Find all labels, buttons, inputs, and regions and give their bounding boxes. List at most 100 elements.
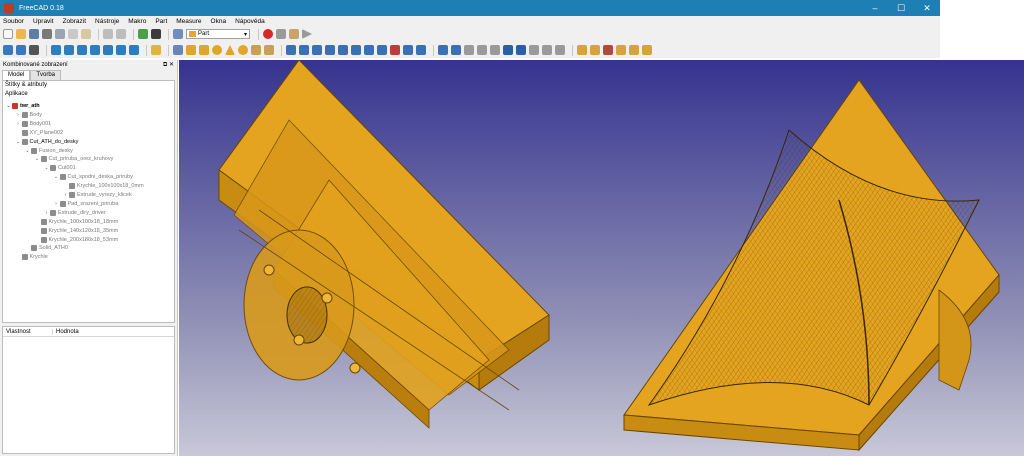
chevron-down-icon[interactable]: ⌄ xyxy=(53,173,60,181)
chevron-down-icon[interactable]: ⌄ xyxy=(15,138,22,146)
fit-all-icon[interactable] xyxy=(3,45,13,55)
record-macro-icon[interactable] xyxy=(263,29,273,39)
tree-item[interactable]: ⌄ Cut_spodni_deska_priruby xyxy=(53,173,133,181)
extrude-icon[interactable] xyxy=(286,45,296,55)
view-left-icon[interactable] xyxy=(129,45,139,55)
compound-icon[interactable] xyxy=(529,45,539,55)
cone-icon[interactable] xyxy=(225,45,235,55)
tree-item[interactable]: XY_Plane002 xyxy=(15,129,63,137)
workbench-selector[interactable]: Part ▾ xyxy=(186,29,250,39)
chevron-right-icon[interactable]: › xyxy=(62,191,69,199)
tree-item[interactable]: › Pad_srazeni_priruba xyxy=(53,200,118,208)
chevron-right-icon[interactable]: › xyxy=(43,209,50,217)
cut-boolean-icon[interactable] xyxy=(464,45,474,55)
menu-zobrazit[interactable]: Zobrazit xyxy=(63,18,86,25)
split-icon[interactable] xyxy=(516,45,526,55)
tree-item[interactable]: › Body001 xyxy=(15,120,51,128)
model-tree[interactable]: Štítky & atributy Aplikace ⌄ twr_ath › Body… xyxy=(2,80,175,323)
measure-clear-icon[interactable] xyxy=(616,45,626,55)
chevron-right-icon[interactable]: › xyxy=(53,200,60,208)
tree-item[interactable]: Krychle_200x180x18_53mm xyxy=(34,236,118,244)
tree-item[interactable]: Solid_ATH0 xyxy=(24,244,68,252)
menu-nastroje[interactable]: Nástroje xyxy=(95,18,119,25)
tree-item[interactable]: Krychle_100x100x18_0mm xyxy=(62,182,144,190)
measure-refresh-icon[interactable] xyxy=(603,45,613,55)
menu-okna[interactable]: Okna xyxy=(211,18,227,25)
boolean-icon[interactable] xyxy=(451,45,461,55)
new-document-icon[interactable] xyxy=(3,29,13,39)
tree-item[interactable]: › Extrude_vyrezy_klicek xyxy=(62,191,132,199)
sweep-icon[interactable] xyxy=(390,45,400,55)
offset-icon[interactable] xyxy=(438,45,448,55)
tree-item[interactable]: Krychle_100x100x18_18mm xyxy=(34,218,118,226)
defeaturing-icon[interactable] xyxy=(555,45,565,55)
check-geometry-icon[interactable] xyxy=(542,45,552,55)
property-view[interactable]: Vlastnost Hodnota xyxy=(2,326,175,454)
paste-icon[interactable] xyxy=(81,29,91,39)
fit-selection-icon[interactable] xyxy=(16,45,26,55)
fillet-icon[interactable] xyxy=(325,45,335,55)
chevron-down-icon[interactable]: ⌄ xyxy=(24,147,31,155)
tree-item[interactable]: › Body xyxy=(15,111,42,119)
menu-upravit[interactable]: Upravit xyxy=(33,18,54,25)
primitives-icon[interactable] xyxy=(251,45,261,55)
tab-tvorba[interactable]: Tvorba xyxy=(30,70,62,80)
save-icon[interactable] xyxy=(29,29,39,39)
tree-item[interactable]: ⌄ Cut001 xyxy=(43,164,76,172)
mirror-icon[interactable] xyxy=(312,45,322,55)
measure-linear-icon[interactable] xyxy=(577,45,587,55)
tree-item[interactable]: ⌄ Fusion_desky xyxy=(24,147,73,155)
print-icon[interactable] xyxy=(42,29,52,39)
measure-3d-icon[interactable] xyxy=(642,45,652,55)
close-button[interactable]: ✕ xyxy=(914,0,940,16)
view-front-icon[interactable] xyxy=(64,45,74,55)
tree-item[interactable]: Krychle_140x120x18_35mm xyxy=(34,227,118,235)
refresh-icon[interactable] xyxy=(138,29,148,39)
stop-macro-icon[interactable] xyxy=(276,29,286,39)
menu-part[interactable]: Part xyxy=(155,18,167,25)
open-folder-icon[interactable] xyxy=(16,29,26,39)
view-rear-icon[interactable] xyxy=(103,45,113,55)
menu-napoveda[interactable]: Nápověda xyxy=(235,18,265,25)
chevron-down-icon[interactable]: ⌄ xyxy=(34,155,41,163)
chevron-down-icon[interactable]: ⌄ xyxy=(5,102,12,110)
draw-style-icon[interactable] xyxy=(29,45,39,55)
macros-icon[interactable] xyxy=(289,29,299,39)
section-icon[interactable] xyxy=(403,45,413,55)
make-face-icon[interactable] xyxy=(351,45,361,55)
tree-item[interactable]: ⌄ Cut_priruba_orez_kruhovy xyxy=(34,155,113,163)
execute-macro-icon[interactable] xyxy=(302,29,312,39)
revolve-icon[interactable] xyxy=(299,45,309,55)
tab-model[interactable]: Model xyxy=(2,70,31,80)
thickness-icon[interactable] xyxy=(416,45,426,55)
redo-icon[interactable] xyxy=(116,29,126,39)
menu-soubor[interactable]: Soubor xyxy=(3,18,24,25)
part-tools-icon[interactable] xyxy=(173,45,183,55)
panel-float-close-icon[interactable]: ⧉ ✕ xyxy=(163,61,174,69)
tree-item[interactable]: › Extrude_diry_driver xyxy=(43,209,106,217)
chevron-right-icon[interactable]: › xyxy=(15,111,22,119)
join-features-icon[interactable] xyxy=(503,45,513,55)
view-bottom-icon[interactable] xyxy=(116,45,126,55)
measure-angular-icon[interactable] xyxy=(590,45,600,55)
copy-icon[interactable] xyxy=(68,29,78,39)
fuse-icon[interactable] xyxy=(477,45,487,55)
view-top-icon[interactable] xyxy=(77,45,87,55)
chamfer-icon[interactable] xyxy=(338,45,348,55)
loft-icon[interactable] xyxy=(377,45,387,55)
torus-icon[interactable] xyxy=(238,45,248,55)
measure-toggle-icon[interactable] xyxy=(629,45,639,55)
view-isometric-icon[interactable] xyxy=(51,45,61,55)
3d-viewport[interactable] xyxy=(179,60,1024,456)
menu-makro[interactable]: Makro xyxy=(128,18,146,25)
ruled-surface-icon[interactable] xyxy=(364,45,374,55)
tree-item[interactable]: ⌄ Cut_ATH_do_desky xyxy=(15,138,78,146)
maximize-button[interactable]: ☐ xyxy=(888,0,914,16)
shape-builder-icon[interactable] xyxy=(264,45,274,55)
tree-item[interactable]: ⌄ twr_ath xyxy=(5,102,40,110)
menu-measure[interactable]: Measure xyxy=(176,18,201,25)
chevron-down-icon[interactable]: ⌄ xyxy=(43,164,50,172)
sphere-icon[interactable] xyxy=(212,45,222,55)
chevron-right-icon[interactable]: › xyxy=(15,120,22,128)
whats-this-icon[interactable] xyxy=(151,29,161,39)
